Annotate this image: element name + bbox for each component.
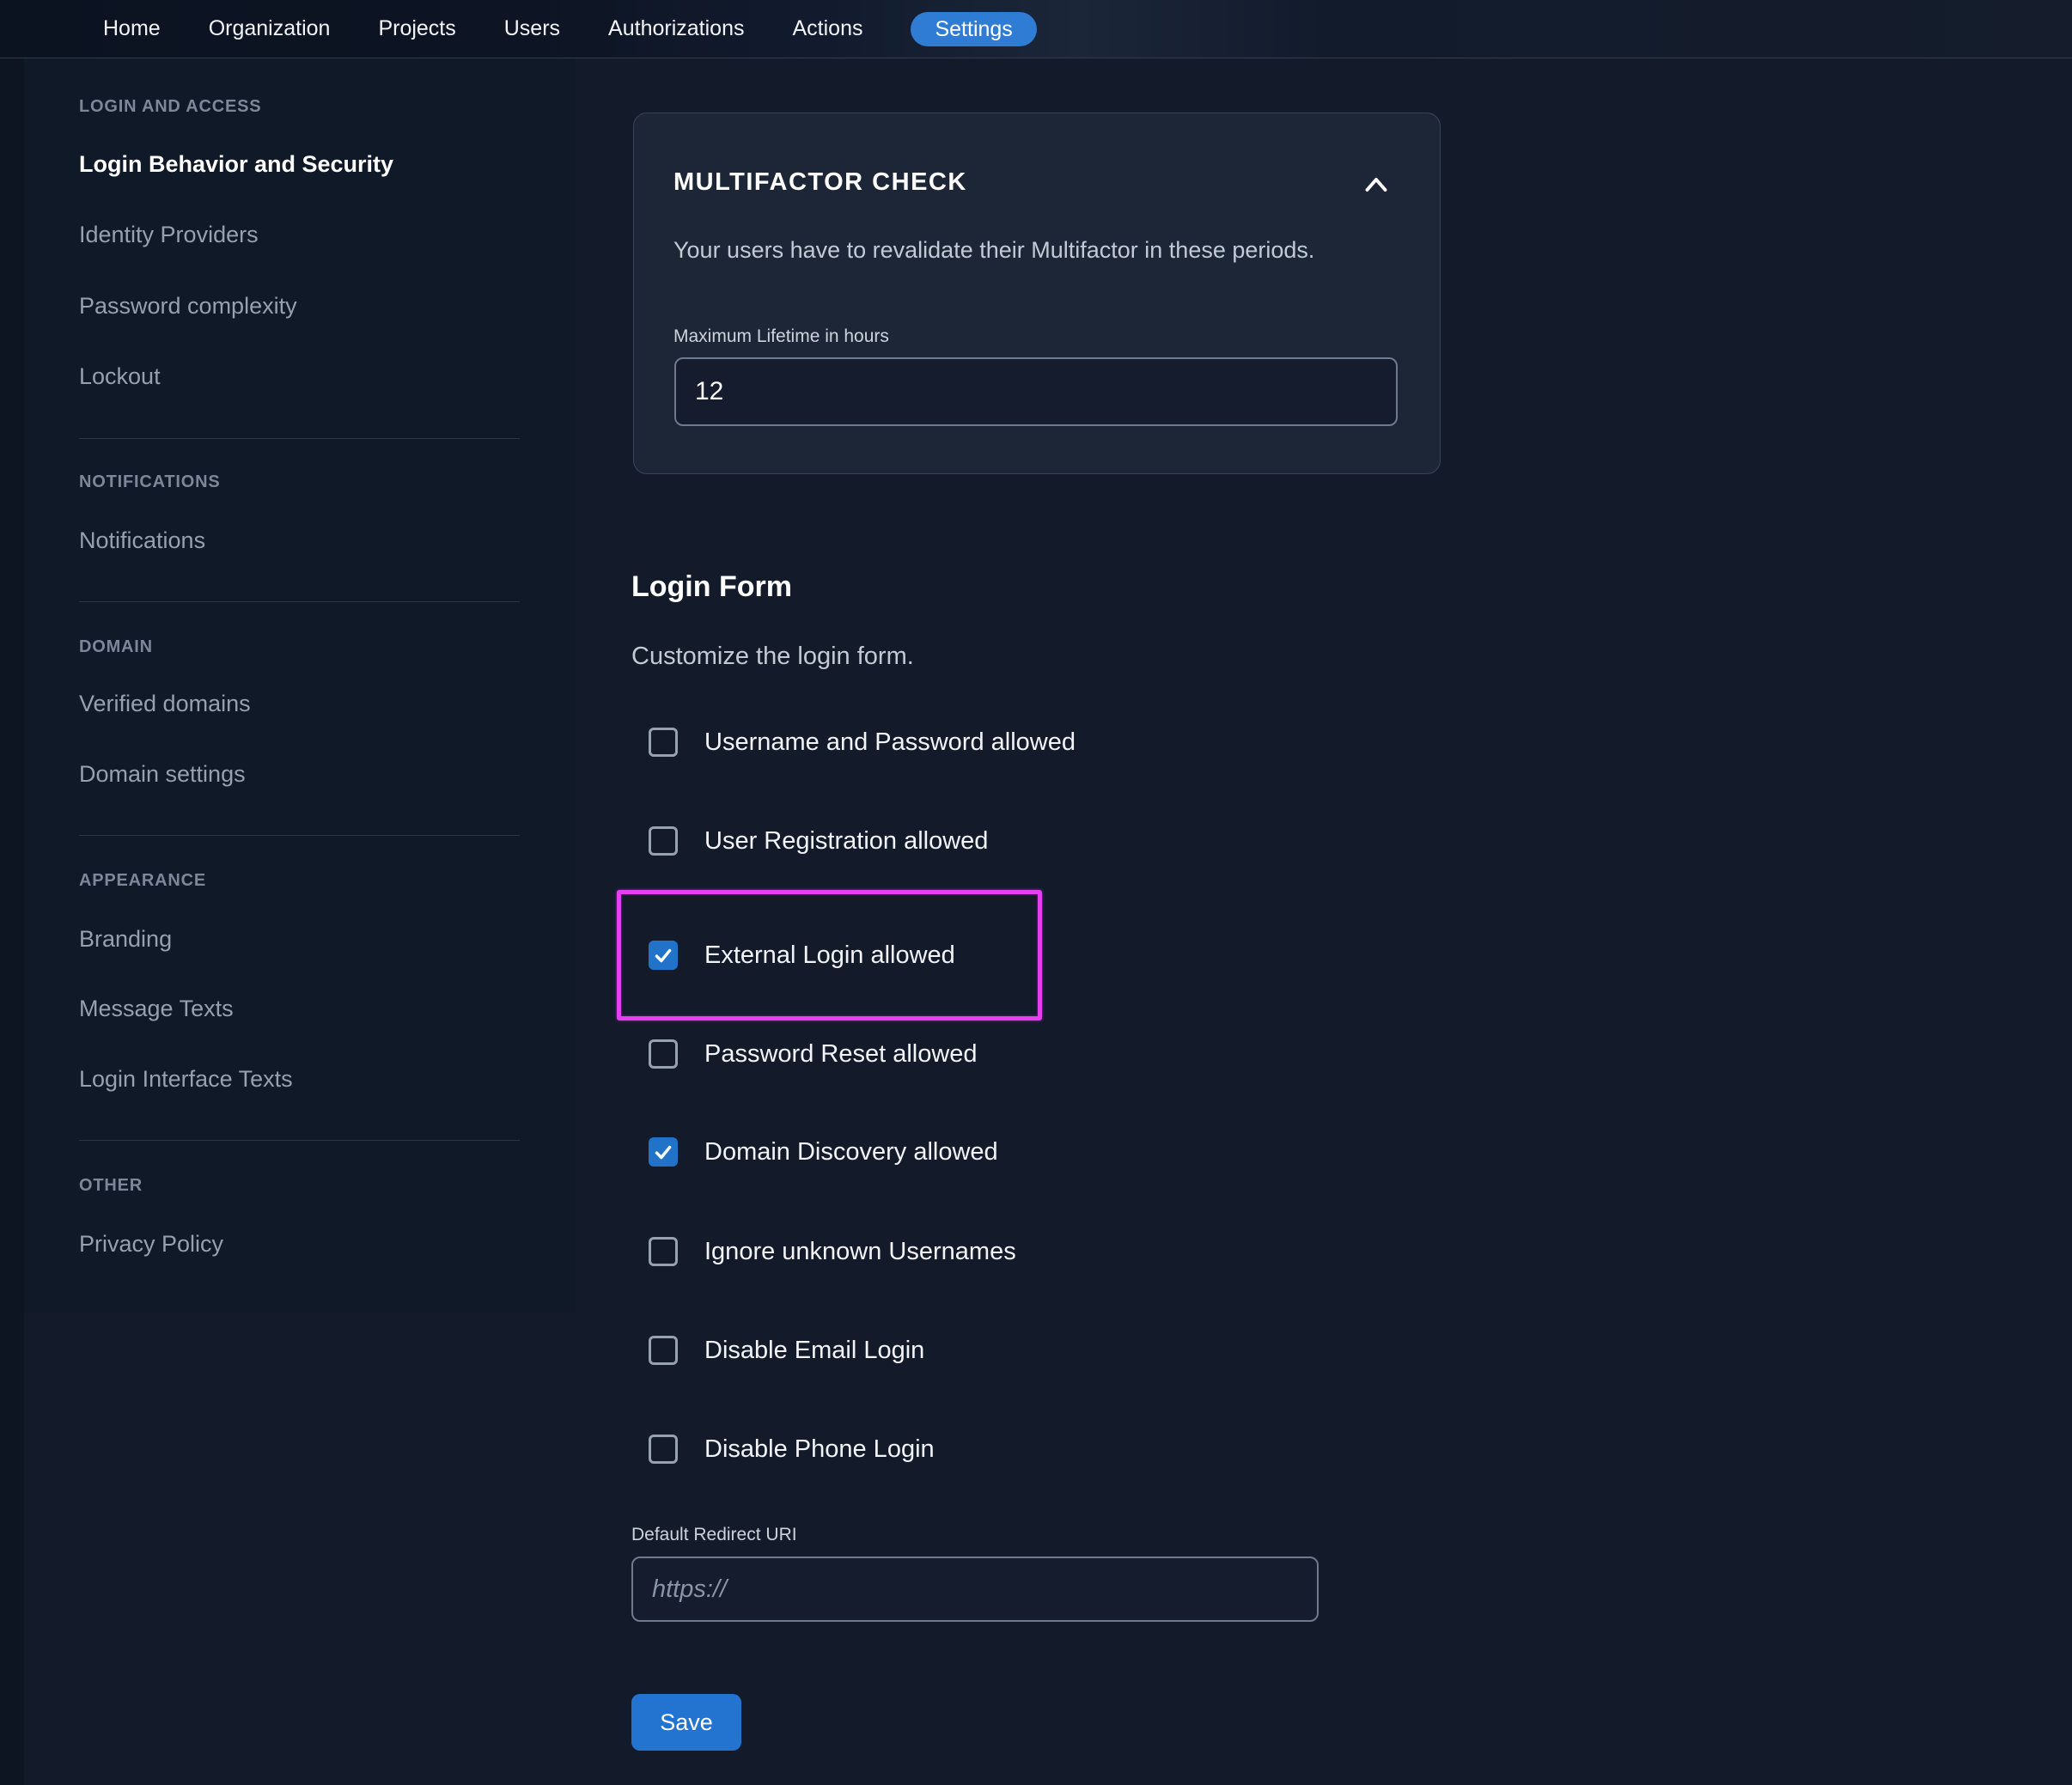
sidebar-item-domain-settings[interactable]: Domain settings [79, 759, 246, 789]
nav-item-projects[interactable]: Projects [378, 16, 455, 41]
sidebar-item-identity-providers[interactable]: Identity Providers [79, 220, 259, 249]
sidebar-group-login-and-access: LOGIN AND ACCESS [79, 97, 262, 116]
checkbox-row-domain-discovery-allowed: Domain Discovery allowed [649, 1136, 998, 1167]
sidebar-group-other: OTHER [79, 1176, 143, 1195]
multifactor-check-card: MULTIFACTOR CHECK Your users have to rev… [633, 113, 1441, 474]
checkbox-row-user-registration-allowed: User Registration allowed [649, 825, 988, 856]
checkbox-label[interactable]: Disable Phone Login [704, 1434, 935, 1465]
login-form-title: Login Form [631, 570, 792, 603]
default-redirect-uri-label: Default Redirect URI [631, 1525, 797, 1544]
checkbox-label[interactable]: User Registration allowed [704, 825, 988, 856]
checkbox-row-password-reset-allowed: Password Reset allowed [649, 1039, 978, 1069]
multifactor-check-title: MULTIFACTOR CHECK [673, 168, 967, 196]
checkbox-label[interactable]: Domain Discovery allowed [704, 1136, 998, 1167]
checkbox-label[interactable]: Password Reset allowed [704, 1039, 978, 1069]
nav-item-home[interactable]: Home [103, 16, 161, 41]
sidebar-group-notifications: NOTIFICATIONS [79, 472, 221, 491]
sidebar-item-lockout[interactable]: Lockout [79, 362, 161, 391]
checkbox-label[interactable]: Disable Email Login [704, 1335, 924, 1366]
nav-item-authorizations[interactable]: Authorizations [608, 16, 744, 41]
checkbox-row-external-login-allowed: External Login allowed [649, 940, 955, 971]
top-navigation-bar: Home Organization Projects Users Authori… [0, 0, 2072, 58]
checkbox-external-login-allowed[interactable] [649, 941, 678, 970]
sidebar-item-login-interface-texts[interactable]: Login Interface Texts [79, 1064, 293, 1094]
nav-item-settings-active[interactable]: Settings [911, 11, 1037, 46]
nav-item-users[interactable]: Users [504, 16, 560, 41]
checkbox-row-disable-email-login: Disable Email Login [649, 1335, 924, 1366]
nav-item-organization[interactable]: Organization [209, 16, 331, 41]
checkbox-password-reset-allowed[interactable] [649, 1039, 678, 1069]
sidebar-item-password-complexity[interactable]: Password complexity [79, 291, 297, 320]
sidebar-group-domain: DOMAIN [79, 637, 153, 656]
default-redirect-uri-input[interactable] [631, 1557, 1319, 1622]
checkbox-user-registration-allowed[interactable] [649, 826, 678, 856]
checkbox-disable-email-login[interactable] [649, 1336, 678, 1365]
save-button[interactable]: Save [631, 1694, 741, 1751]
sidebar-item-privacy-policy[interactable]: Privacy Policy [79, 1229, 223, 1258]
checkbox-ignore-unknown-usernames[interactable] [649, 1237, 678, 1266]
sidebar-divider [79, 1140, 520, 1141]
maximum-lifetime-label: Maximum Lifetime in hours [673, 326, 889, 346]
checkbox-disable-phone-login[interactable] [649, 1435, 678, 1464]
sidebar-divider [79, 835, 520, 836]
sidebar-item-verified-domains[interactable]: Verified domains [79, 689, 251, 718]
checkbox-username-password-allowed[interactable] [649, 728, 678, 757]
login-form-subtitle: Customize the login form. [631, 643, 914, 670]
sidebar-divider [79, 601, 520, 602]
sidebar-item-branding[interactable]: Branding [79, 924, 172, 953]
nav-item-actions[interactable]: Actions [792, 16, 862, 41]
checkbox-label[interactable]: External Login allowed [704, 940, 955, 971]
multifactor-check-description: Your users have to revalidate their Mult… [673, 237, 1315, 263]
checkbox-label[interactable]: Ignore unknown Usernames [704, 1236, 1016, 1267]
checkbox-domain-discovery-allowed[interactable] [649, 1137, 678, 1167]
checkbox-row-disable-phone-login: Disable Phone Login [649, 1434, 935, 1465]
sidebar-divider [79, 438, 520, 439]
settings-sidebar: LOGIN AND ACCESS Login Behavior and Secu… [24, 58, 576, 1313]
sidebar-item-notifications[interactable]: Notifications [79, 526, 205, 555]
checkbox-row-ignore-unknown-usernames: Ignore unknown Usernames [649, 1236, 1016, 1267]
sidebar-group-appearance: APPEARANCE [79, 871, 207, 890]
maximum-lifetime-input[interactable] [674, 357, 1398, 426]
sidebar-item-login-behavior-and-security[interactable]: Login Behavior and Security [79, 149, 393, 179]
left-gutter [0, 58, 24, 1785]
sidebar-item-message-texts[interactable]: Message Texts [79, 994, 234, 1023]
checkbox-row-username-password-allowed: Username and Password allowed [649, 727, 1076, 758]
chevron-up-icon[interactable] [1361, 172, 1392, 198]
checkbox-label[interactable]: Username and Password allowed [704, 727, 1076, 758]
